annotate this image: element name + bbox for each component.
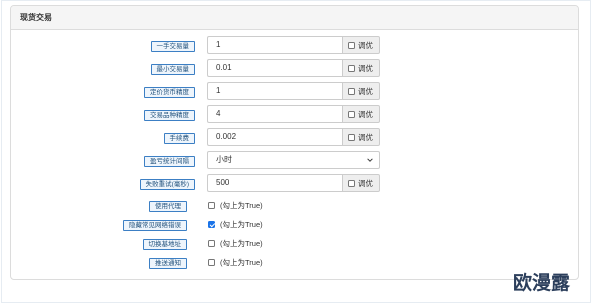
hide-network-errors-option[interactable]: (勾上为True) — [208, 218, 263, 230]
symbol-precision-input[interactable]: 4 — [207, 105, 342, 123]
field-label-push-notify: 推送通知 — [0, 257, 187, 269]
switch-base-url-hint: (勾上为True) — [220, 238, 263, 248]
lot-size-tune-checkbox[interactable] — [348, 41, 355, 49]
hide-network-errors-hint: (勾上为True) — [220, 219, 263, 229]
retry-ms-input[interactable]: 500 — [207, 174, 342, 192]
price-precision-tune-toggle[interactable]: 调优 — [342, 82, 380, 100]
chevron-down-icon — [367, 158, 373, 162]
min-volume-tune-toggle[interactable]: 调优 — [342, 59, 380, 77]
field-label-use-proxy: 使用代理 — [0, 200, 187, 212]
tune-label: 调优 — [358, 178, 373, 188]
fee-group: 0.002 调优 — [207, 128, 380, 146]
field-label-min-volume: 最小交易量 — [0, 63, 195, 75]
tune-label: 调优 — [358, 63, 373, 73]
tune-label: 调优 — [358, 109, 373, 119]
use-proxy-hint: (勾上为True) — [220, 200, 263, 210]
tune-label: 调优 — [358, 132, 373, 142]
push-notify-hint: (勾上为True) — [220, 257, 263, 267]
price-precision-group: 1 调优 — [207, 82, 380, 100]
panel-title: 现货交易 — [11, 6, 578, 30]
retry-ms-tune-toggle[interactable]: 调优 — [342, 174, 380, 192]
fee-tune-checkbox[interactable] — [348, 133, 355, 141]
min-volume-tune-checkbox[interactable] — [348, 64, 355, 72]
lot-size-group: 1 调优 — [207, 36, 380, 54]
hide-network-errors-checkbox[interactable] — [208, 220, 215, 228]
field-label-switch-base-url: 切换基地址 — [0, 238, 187, 250]
price-precision-tune-checkbox[interactable] — [348, 87, 355, 95]
retry-ms-tune-checkbox[interactable] — [348, 179, 355, 187]
field-label-fee: 手续费 — [0, 132, 195, 144]
min-volume-group: 0.01 调优 — [207, 59, 380, 77]
push-notify-checkbox[interactable] — [208, 258, 215, 266]
symbol-precision-tune-toggle[interactable]: 调优 — [342, 105, 380, 123]
use-proxy-option[interactable]: (勾上为True) — [208, 199, 263, 211]
price-precision-input[interactable]: 1 — [207, 82, 342, 100]
pnl-interval-value: 小时 — [216, 155, 232, 164]
field-label-pnl-interval: 盈亏统计间隔 — [0, 155, 195, 167]
pnl-interval-select[interactable]: 小时 — [207, 151, 380, 169]
field-label-retry-ms: 失败重试(毫秒) — [0, 178, 195, 190]
field-label-lot-size: 一手交易量 — [0, 40, 195, 52]
symbol-precision-group: 4 调优 — [207, 105, 380, 123]
field-label-price-precision: 定价货币精度 — [0, 86, 195, 98]
watermark-logo: 欧漫露 — [513, 272, 571, 294]
switch-base-url-checkbox[interactable] — [208, 239, 215, 247]
min-volume-input[interactable]: 0.01 — [207, 59, 342, 77]
fee-tune-toggle[interactable]: 调优 — [342, 128, 380, 146]
tune-label: 调优 — [358, 40, 373, 50]
retry-ms-group: 500 调优 — [207, 174, 380, 192]
use-proxy-checkbox[interactable] — [208, 201, 215, 209]
fee-input[interactable]: 0.002 — [207, 128, 342, 146]
symbol-precision-tune-checkbox[interactable] — [348, 110, 355, 118]
lot-size-input[interactable]: 1 — [207, 36, 342, 54]
tune-label: 调优 — [358, 86, 373, 96]
field-label-hide-network-errors: 隐藏常见网络错误 — [0, 219, 187, 231]
lot-size-tune-toggle[interactable]: 调优 — [342, 36, 380, 54]
switch-base-url-option[interactable]: (勾上为True) — [208, 237, 263, 249]
push-notify-option[interactable]: (勾上为True) — [208, 256, 263, 268]
field-label-symbol-precision: 交易品种精度 — [0, 109, 195, 121]
